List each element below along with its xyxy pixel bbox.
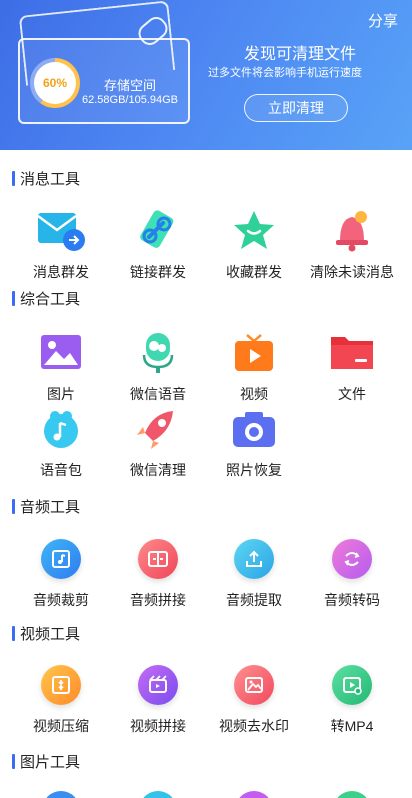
section-title-text: 音频工具 — [20, 498, 81, 516]
audio-extract-icon — [229, 536, 279, 582]
clean-subtitle: 过多文件将会影响手机运行速度 — [208, 67, 362, 79]
tool-label: 视频压缩 — [33, 718, 89, 734]
tool-label: 视频拼接 — [130, 718, 186, 734]
section-title-general: 综合工具 — [12, 288, 80, 308]
tool-label: 视频 — [240, 386, 268, 402]
tool-files[interactable]: 文件 — [304, 330, 400, 404]
section-title-text: 综合工具 — [20, 290, 81, 308]
tool-wechat-voice[interactable]: 微信语音 — [110, 330, 206, 404]
link-icon — [133, 208, 183, 254]
section-title-text: 图片工具 — [20, 753, 81, 771]
video-join-icon — [133, 662, 183, 708]
image-tool-icon-partial[interactable] — [235, 791, 273, 798]
tool-video-join[interactable]: 视频拼接 — [110, 662, 206, 736]
tool-message-broadcast[interactable]: 消息群发 — [13, 208, 109, 282]
tool-link-broadcast[interactable]: 链接群发 — [110, 208, 206, 282]
image-icon — [36, 330, 86, 376]
folder-icon — [327, 330, 377, 376]
tool-audio-convert[interactable]: 音频转码 — [304, 536, 400, 610]
tool-audio-trim[interactable]: 音频裁剪 — [13, 536, 109, 610]
section-accent-bar — [12, 625, 15, 641]
tool-label: 文件 — [338, 386, 366, 402]
tool-audio-extract[interactable]: 音频提取 — [206, 536, 302, 610]
tool-video[interactable]: 视频 — [206, 330, 302, 404]
video-watermark-icon — [229, 662, 279, 708]
section-accent-bar — [12, 753, 15, 769]
clean-now-button[interactable]: 立即清理 — [244, 94, 348, 122]
tool-label: 图片 — [47, 386, 75, 402]
section-title-audio: 音频工具 — [12, 496, 80, 516]
tool-label: 链接群发 — [130, 264, 186, 280]
storage-percent: 60% — [42, 76, 68, 90]
audio-convert-icon — [327, 536, 377, 582]
storage-value: 62.58GB/105.94GB — [82, 94, 179, 106]
tool-images[interactable]: 图片 — [13, 330, 109, 404]
tool-label: 语音包 — [40, 462, 82, 478]
audio-trim-icon — [36, 536, 86, 582]
envelope-icon — [36, 208, 86, 254]
tool-label: 音频提取 — [226, 592, 282, 608]
image-tool-icon-partial[interactable] — [333, 791, 371, 798]
bell-icon — [327, 208, 377, 254]
tool-label: 转MP4 — [330, 718, 374, 734]
rocket-icon — [133, 406, 183, 452]
section-title-text: 视频工具 — [20, 625, 81, 643]
tool-label: 视频去水印 — [219, 718, 289, 734]
tool-photo-recovery[interactable]: 照片恢复 — [206, 406, 302, 480]
image-tool-icon-partial[interactable] — [42, 791, 80, 798]
tool-video-watermark-remove[interactable]: 视频去水印 — [206, 662, 302, 736]
storage-banner: 分享 60% 存储空间 62.58GB/105.94GB 发现可清理文件 过多文… — [0, 0, 412, 150]
storage-progress-ring: 60% — [30, 58, 80, 108]
image-tool-icon-partial[interactable] — [139, 791, 177, 798]
tool-label: 微信清理 — [130, 462, 186, 478]
section-title-image: 图片工具 — [12, 751, 80, 771]
tool-clear-unread[interactable]: 清除未读消息 — [304, 208, 400, 282]
section-accent-bar — [12, 498, 15, 514]
tool-voice-pack[interactable]: 语音包 — [13, 406, 109, 480]
tool-audio-join[interactable]: 音频拼接 — [110, 536, 206, 610]
tool-label: 照片恢复 — [226, 462, 282, 478]
section-title-video: 视频工具 — [12, 623, 80, 643]
tv-play-icon — [229, 330, 279, 376]
tool-wechat-clean[interactable]: 微信清理 — [110, 406, 206, 480]
music-bubble-icon — [36, 406, 86, 452]
audio-join-icon — [133, 536, 183, 582]
clean-title: 发现可清理文件 — [244, 46, 357, 63]
tool-label: 收藏群发 — [226, 264, 282, 280]
tool-label: 音频拼接 — [130, 592, 186, 608]
tool-favorites-broadcast[interactable]: 收藏群发 — [206, 208, 302, 282]
storage-title: 存储空间 — [104, 78, 157, 93]
tool-label: 音频裁剪 — [33, 592, 89, 608]
to-mp4-icon — [327, 662, 377, 708]
section-title-message: 消息工具 — [12, 168, 80, 188]
tool-label: 微信语音 — [130, 386, 186, 402]
video-compress-icon — [36, 662, 86, 708]
star-icon — [229, 208, 279, 254]
section-title-text: 消息工具 — [20, 170, 81, 188]
share-button[interactable]: 分享 — [368, 10, 398, 31]
section-accent-bar — [12, 290, 15, 306]
camera-icon — [229, 406, 279, 452]
tool-video-compress[interactable]: 视频压缩 — [13, 662, 109, 736]
microphone-icon — [133, 330, 183, 376]
tool-label: 消息群发 — [33, 264, 89, 280]
tool-label: 清除未读消息 — [310, 264, 394, 280]
tool-label: 音频转码 — [324, 592, 380, 608]
section-accent-bar — [12, 170, 15, 186]
tool-to-mp4[interactable]: 转MP4 — [304, 662, 400, 736]
